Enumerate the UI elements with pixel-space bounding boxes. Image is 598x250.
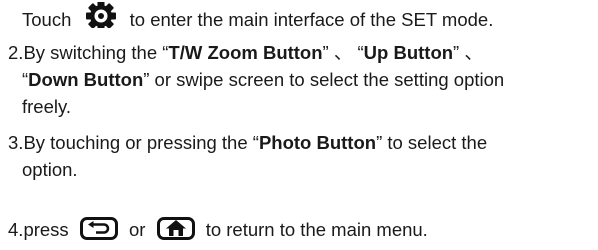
step-3-text-a: By touching or pressing the “: [23, 132, 259, 153]
step-2-text-b: ” 、 “: [322, 42, 364, 63]
step-3-line-2: option.: [22, 159, 78, 181]
step-2-text-a: By switching the “: [23, 42, 169, 63]
home-icon: [156, 216, 195, 240]
down-button-label: Down Button: [28, 69, 144, 90]
up-button-label: Up Button: [363, 42, 454, 63]
step-2-text-c: ” 、: [453, 42, 483, 63]
step-2-line-2: “Down Button” or swipe screen to select …: [22, 69, 504, 91]
step-3-text-c: option.: [22, 159, 78, 180]
step-2-line-1: 2.By switching the “T/W Zoom Button” 、 “…: [8, 42, 483, 64]
step-2-text-e: ” or swipe screen to select the setting …: [143, 69, 505, 90]
gear-settings-icon: [83, 1, 119, 31]
step-3-text-b: ” to select the: [376, 132, 488, 153]
step-4-text-a: press: [23, 219, 69, 240]
step-4-or: or: [128, 219, 146, 240]
step-1-prefix: Touch: [22, 8, 72, 30]
step-1: Touch to enter the main interface of the…: [22, 1, 494, 34]
step-2-number: 2.: [8, 42, 24, 63]
step-1-suffix: to enter the main interface of the SET m…: [129, 8, 494, 30]
step-4: 4.press or to return to the main menu.: [8, 216, 428, 243]
step-2-text-f: freely.: [22, 96, 72, 117]
step-3-number: 3.: [8, 132, 24, 153]
step-4-text-b: to return to the main menu.: [205, 219, 428, 240]
step-2-line-3: freely.: [22, 96, 71, 118]
photo-button-label: Photo Button: [258, 132, 377, 153]
step-3-line-1: 3.By touching or pressing the “Photo But…: [8, 132, 487, 154]
step-4-number: 4.: [8, 219, 24, 240]
back-arrow-icon: [79, 216, 118, 240]
tw-zoom-button-label: T/W Zoom Button: [168, 42, 323, 63]
